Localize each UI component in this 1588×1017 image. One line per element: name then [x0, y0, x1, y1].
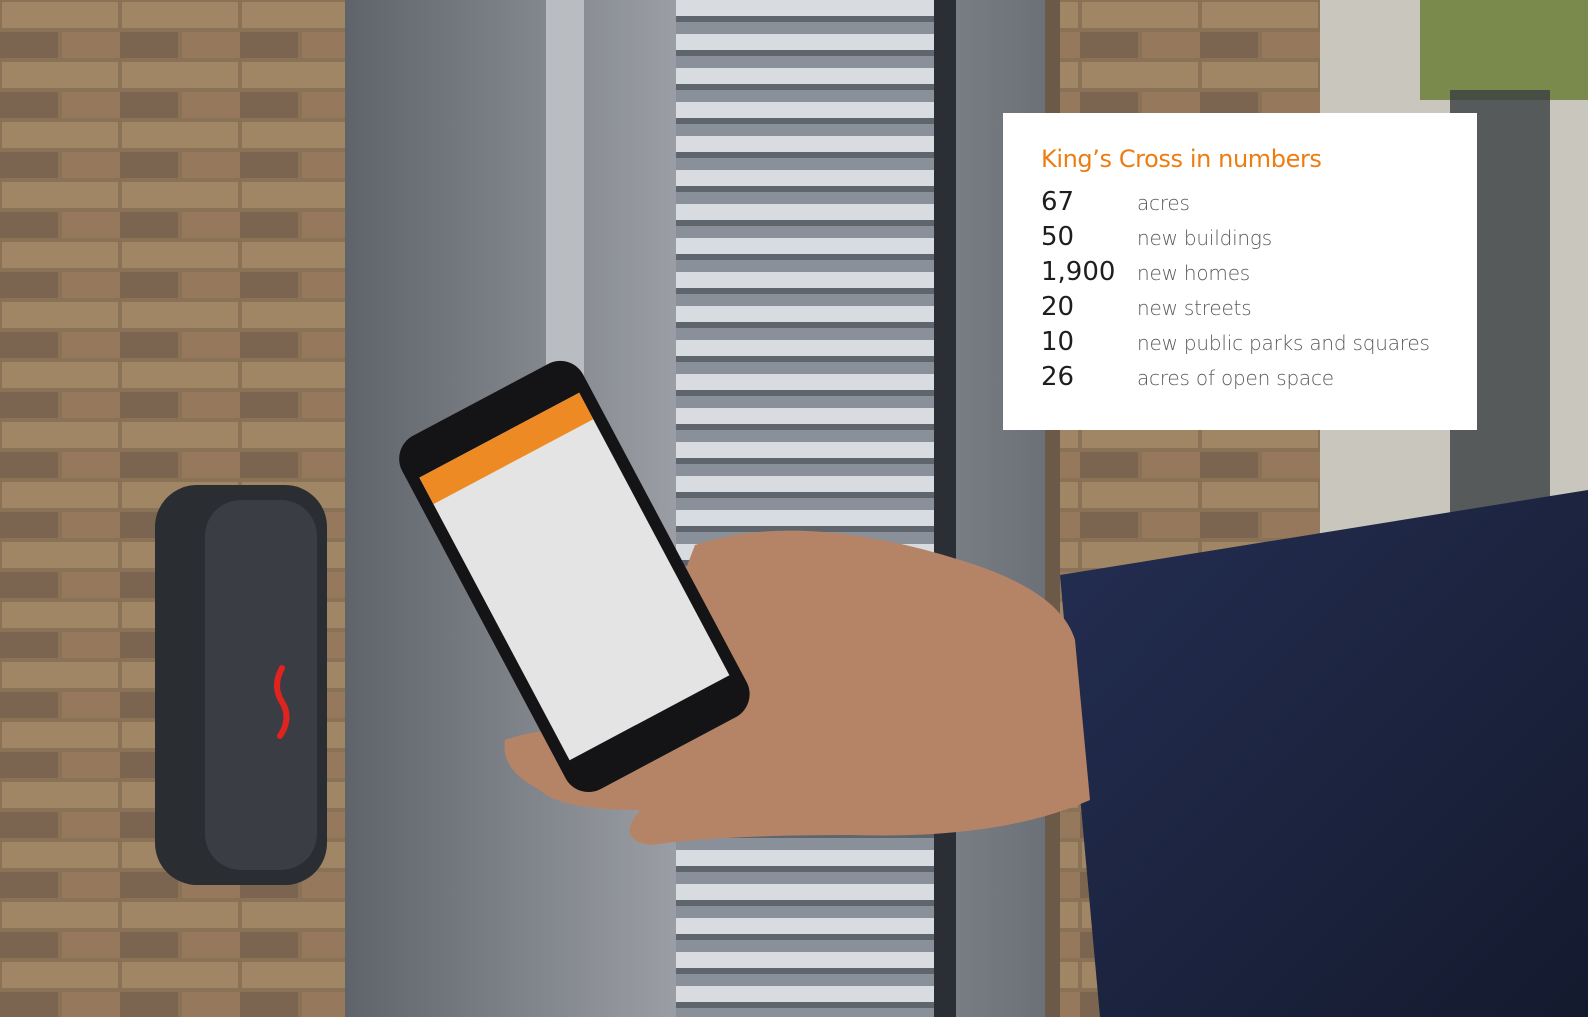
info-card: King’s Cross in numbers 67 acres 50 new … [1003, 113, 1477, 430]
stat-row: 26 acres of open space [1041, 362, 1441, 397]
stat-label: acres of open space [1137, 366, 1334, 390]
stat-label: new buildings [1137, 226, 1272, 250]
stat-row: 50 new buildings [1041, 222, 1441, 257]
stat-number: 20 [1041, 292, 1075, 322]
stat-row: 1,900 new homes [1041, 257, 1441, 292]
stat-label: acres [1137, 191, 1190, 215]
trees-background [1420, 0, 1588, 100]
sleeve [1060, 490, 1588, 1017]
stat-row: 67 acres [1041, 187, 1441, 222]
door-louvers [676, 0, 934, 1017]
stats-list: 67 acres 50 new buildings 1,900 new home… [1041, 187, 1441, 397]
stat-number: 67 [1041, 187, 1075, 217]
info-card-title: King’s Cross in numbers [1041, 145, 1322, 173]
stat-label: new public parks and squares [1137, 331, 1430, 355]
stat-number: 1,900 [1041, 257, 1116, 287]
stat-label: new streets [1137, 296, 1252, 320]
stat-number: 50 [1041, 222, 1075, 252]
card-reader-face [205, 500, 317, 870]
stat-row: 20 new streets [1041, 292, 1441, 327]
door-edge [934, 0, 956, 1017]
stat-number: 10 [1041, 327, 1075, 357]
stat-number: 26 [1041, 362, 1075, 392]
stat-row: 10 new public parks and squares [1041, 327, 1441, 362]
stat-label: new homes [1137, 261, 1251, 285]
